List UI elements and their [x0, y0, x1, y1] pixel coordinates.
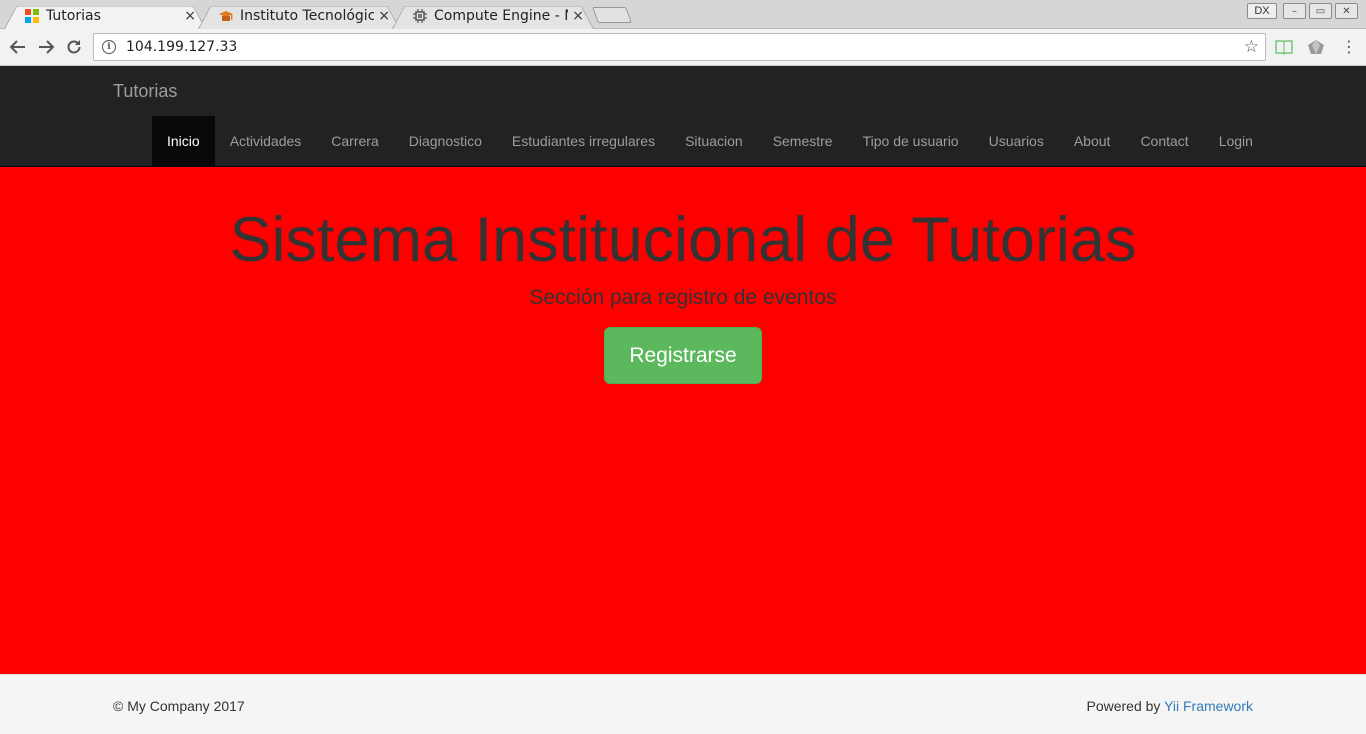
reload-icon[interactable] — [64, 37, 84, 57]
dx-extension-button[interactable]: DX — [1247, 3, 1277, 19]
nav-item-login[interactable]: Login — [1204, 116, 1268, 166]
close-tab-icon[interactable]: × — [572, 8, 584, 24]
close-tab-icon[interactable]: × — [184, 8, 196, 24]
address-bar[interactable]: i 104.199.127.33 ☆ — [93, 33, 1266, 61]
graduation-cap-favicon-icon — [219, 10, 233, 21]
nav-item-tipo-de-usuario[interactable]: Tipo de usuario — [848, 116, 974, 166]
nav-item-diagnostico[interactable]: Diagnostico — [394, 116, 497, 166]
site-brand[interactable]: Tutorias — [113, 81, 177, 102]
powered-by-prefix: Powered by — [1086, 698, 1165, 714]
chip-favicon-icon — [413, 8, 427, 23]
nav-item-carrera[interactable]: Carrera — [316, 116, 393, 166]
address-url: 104.199.127.33 — [126, 39, 238, 55]
gem-extension-icon[interactable] — [1307, 39, 1325, 55]
browser-tabstrip: Tutorias × Instituto Tecnológico × Compu… — [0, 0, 1366, 29]
page-title: Sistema Institucional de Tutorias — [229, 205, 1137, 275]
site-navbar: Tutorias Inicio Actividades Carrera Diag… — [0, 66, 1366, 167]
nav-item-actividades[interactable]: Actividades — [215, 116, 317, 166]
back-arrow-icon[interactable] — [8, 37, 28, 57]
close-tab-icon[interactable]: × — [378, 8, 390, 24]
web-page: Tutorias Inicio Actividades Carrera Diag… — [0, 66, 1366, 734]
info-icon[interactable]: i — [102, 40, 116, 54]
page-subtitle: Sección para registro de eventos — [529, 286, 837, 309]
forward-arrow-icon[interactable] — [36, 37, 56, 57]
tab-title: Tutorias — [46, 7, 101, 24]
bookmark-star-icon[interactable]: ☆ — [1244, 37, 1259, 57]
tab-title: Instituto Tecnológico — [240, 7, 375, 24]
window-controls: – ▭ ✕ — [1283, 3, 1358, 19]
copyright-text: © My Company 2017 — [113, 698, 245, 714]
nav-item-usuarios[interactable]: Usuarios — [974, 116, 1059, 166]
nav-item-estudiantes-irregulares[interactable]: Estudiantes irregulares — [497, 116, 670, 166]
restore-icon[interactable]: ▭ — [1309, 3, 1332, 19]
menu-dots-icon[interactable]: ⋮ — [1339, 37, 1359, 57]
nav-item-situacion[interactable]: Situacion — [670, 116, 758, 166]
powered-by: Powered by Yii Framework — [1086, 698, 1253, 714]
jumbotron: Sistema Institucional de Tutorias Secció… — [0, 167, 1366, 674]
tab-compute-engine[interactable]: Compute Engine - Mi × — [392, 2, 594, 29]
tab-title: Compute Engine - Mi — [434, 7, 569, 24]
yii-framework-link[interactable]: Yii Framework — [1164, 698, 1253, 714]
browser-toolbar: i 104.199.127.33 ☆ ⋮ — [0, 29, 1366, 66]
nav-item-contact[interactable]: Contact — [1125, 116, 1203, 166]
windows-favicon-icon — [25, 8, 39, 23]
main-nav: Inicio Actividades Carrera Diagnostico E… — [152, 116, 1268, 166]
close-window-icon[interactable]: ✕ — [1335, 3, 1358, 19]
nav-item-semestre[interactable]: Semestre — [758, 116, 848, 166]
minimize-icon[interactable]: – — [1283, 3, 1306, 19]
nav-item-about[interactable]: About — [1059, 116, 1126, 166]
tab-instituto[interactable]: Instituto Tecnológico × — [198, 2, 400, 29]
reader-extension-icon[interactable] — [1275, 39, 1293, 55]
nav-item-inicio[interactable]: Inicio — [152, 116, 215, 166]
tab-tutorias[interactable]: Tutorias × — [4, 2, 206, 29]
new-tab-button[interactable] — [592, 7, 632, 23]
site-footer: © My Company 2017 Powered by Yii Framewo… — [0, 674, 1366, 734]
register-button[interactable]: Registrarse — [604, 327, 762, 384]
